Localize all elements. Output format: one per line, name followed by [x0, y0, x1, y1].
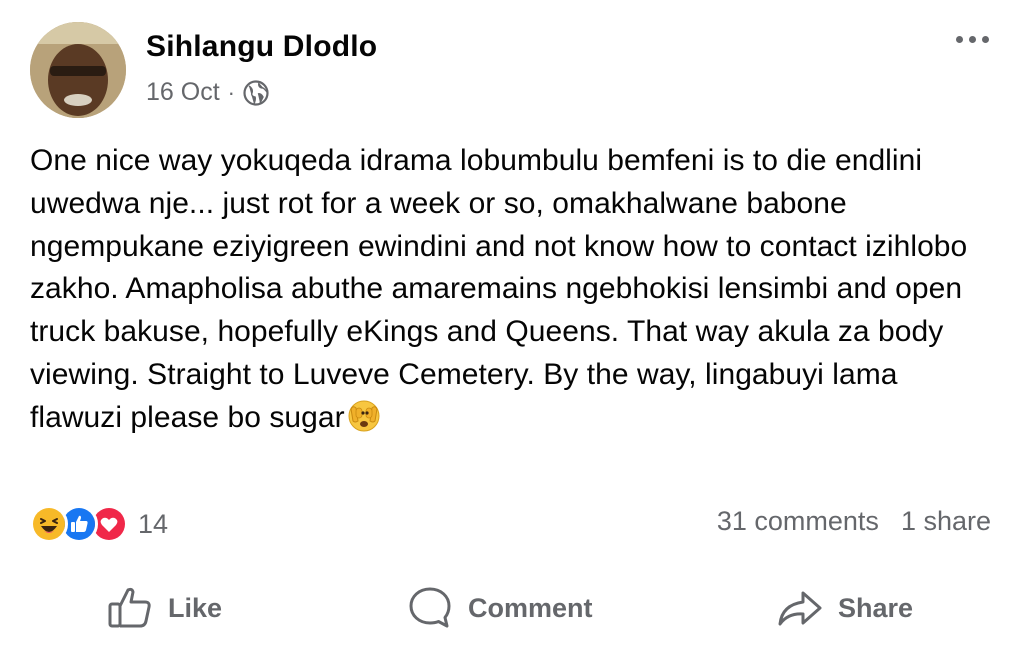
comment-button-label: Comment — [468, 592, 593, 623]
post-text-body: One nice way yokuqeda idrama lobumbulu b… — [30, 144, 968, 434]
thumbs-up-icon — [108, 587, 151, 628]
haha-icon — [30, 505, 68, 543]
post-stats: 31 comments 1 share — [717, 506, 991, 537]
post-author-name[interactable]: Sihlangu Dlodlo — [146, 30, 377, 64]
globe-icon — [243, 79, 269, 106]
reactions-summary[interactable]: 14 — [30, 505, 168, 543]
facebook-post: Sihlangu Dlodlo 16 Oct · One nice way yo… — [0, 0, 1023, 650]
comment-button[interactable]: Comment — [406, 580, 593, 636]
like-button[interactable]: Like — [106, 580, 222, 636]
more-options-button[interactable] — [956, 36, 989, 43]
share-arrow-icon — [778, 591, 822, 626]
shares-count-link[interactable]: 1 share — [901, 506, 991, 537]
comments-count-link[interactable]: 31 comments — [717, 506, 879, 537]
post-text: One nice way yokuqeda idrama lobumbulu b… — [30, 140, 990, 440]
meta-separator: · — [227, 79, 235, 105]
more-options-icon — [956, 36, 963, 43]
avatar-photo — [30, 22, 126, 118]
reaction-count: 14 — [138, 508, 169, 539]
see-no-evil-face-emoji — [348, 400, 380, 432]
avatar[interactable] — [30, 22, 126, 118]
share-button[interactable]: Share — [776, 580, 913, 636]
share-button-label: Share — [838, 592, 914, 623]
comment-bubble-icon — [409, 587, 451, 628]
post-date[interactable]: 16 Oct — [146, 78, 220, 107]
like-button-label: Like — [168, 592, 223, 623]
post-meta: 16 Oct · — [146, 78, 269, 107]
action-bar: Like Comment Share — [0, 580, 1023, 636]
